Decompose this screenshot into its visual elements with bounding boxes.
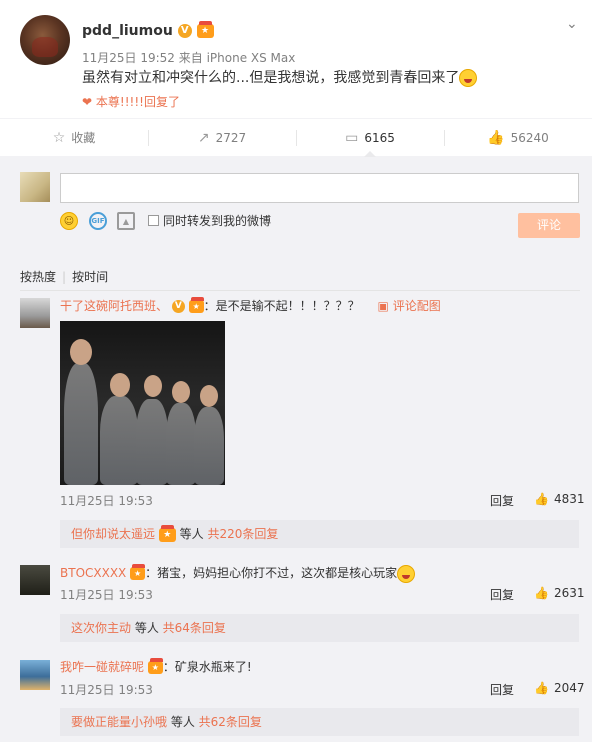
favorite-button[interactable]: ☆ 收藏 [0, 119, 148, 156]
reply-button[interactable]: 回复 [490, 586, 514, 603]
image-upload-icon[interactable]: ▲ [117, 212, 135, 230]
repost-icon: ↗ [197, 129, 210, 146]
comment-image[interactable] [60, 321, 225, 485]
comment-text: ：是不是输不起！！！？？？ [203, 299, 360, 313]
sort-tabs: 按热度 | 按时间 [20, 270, 109, 284]
heart-icon: ❤ [82, 95, 93, 109]
sub-reply-user[interactable]: 要做正能量小孙哦 [71, 715, 167, 729]
comment-button[interactable]: ▭ 6165 [296, 119, 444, 157]
comment-icon: ▭ [345, 129, 359, 146]
laugh-cry-emoji-icon [459, 69, 478, 87]
comment-like-button[interactable]: 👍 2047 [534, 681, 585, 695]
liked-by-text[interactable]: 本尊!!!!!回复了 [96, 95, 180, 109]
sub-reply-mid: 等人 [167, 715, 199, 729]
my-avatar [20, 172, 50, 202]
verified-badge-icon: V [177, 24, 192, 38]
sub-reply-count[interactable]: 共220条回复 [207, 527, 278, 541]
favorite-label: 收藏 [71, 131, 96, 145]
commenter-avatar[interactable] [20, 660, 50, 690]
author-liked-note: ❤ 本尊!!!!!回复了 [82, 93, 180, 110]
vip-crown-icon: ★ [158, 524, 176, 542]
comment-count: 6165 [364, 130, 395, 145]
thumbs-up-icon: 👍 [534, 492, 549, 506]
comment-like-count: 2631 [553, 586, 585, 600]
submit-comment-button[interactable]: 评论 [518, 213, 580, 238]
comment-like-button[interactable]: 👍 2631 [534, 586, 585, 600]
commenter-avatar[interactable] [20, 565, 50, 595]
sub-replies-box[interactable]: 这次你主动 等人 共64条回复 [60, 614, 579, 642]
tab-sort-hot[interactable]: 按热度 [20, 270, 56, 284]
vip-crown-icon: ★ [147, 658, 163, 674]
comment-line: 我咋一碰就碎呢 ★ ：矿泉水瓶来了! [60, 658, 252, 675]
reply-button[interactable]: 回复 [490, 492, 514, 509]
comment-image-link-label: 评论配图 [392, 299, 441, 313]
sub-reply-count[interactable]: 共62条回复 [199, 715, 262, 729]
thumbs-up-icon: 👍 [487, 129, 505, 146]
comment-text: ：矿泉水瓶来了! [162, 660, 252, 674]
sub-replies-box[interactable]: 但你却说太遥远 ★ 等人 共220条回复 [60, 520, 579, 548]
comment-text: ：猪宝，妈妈担心你打不过，这次都是核心玩家 [145, 566, 398, 580]
star-icon: ☆ [52, 129, 66, 146]
reply-button[interactable]: 回复 [490, 681, 514, 698]
comment-image-link[interactable]: ▣ 评论配图 [378, 299, 441, 313]
comment-like-count: 4831 [553, 492, 585, 506]
sub-reply-count[interactable]: 共64条回复 [163, 621, 226, 635]
verified-badge-icon: V [171, 300, 185, 313]
author-username[interactable]: pdd_liumou [82, 23, 173, 39]
repost-button[interactable]: ↗ 2727 [148, 119, 296, 156]
sub-reply-user[interactable]: 但你却说太遥远 [71, 527, 155, 541]
thumbs-up-icon: 👍 [534, 681, 549, 695]
post-text-content: 虽然有对立和冲突什么的...但是我想说，我感觉到青春回来了 [82, 70, 460, 86]
commenter-avatar[interactable] [20, 298, 50, 328]
author-name-line: pdd_liumou V ★ [82, 21, 214, 39]
image-icon: ▣ [377, 299, 389, 313]
sub-replies-box[interactable]: 要做正能量小孙哦 等人 共62条回复 [60, 708, 579, 736]
thumbs-up-icon: 👍 [534, 586, 549, 600]
comment-line: 干了这碗阿托西班、 V ★ ：是不是输不起！！！？？？ ▣ 评论配图 [60, 297, 441, 314]
comment-time: 11月25日 19:53 [60, 683, 153, 697]
worried-emoji-icon [397, 564, 416, 583]
comment-line: BTOCXXXX ★ ：猪宝，妈妈担心你打不过，这次都是核心玩家 [60, 564, 416, 583]
sub-reply-mid: 等人 [175, 527, 208, 541]
gif-icon[interactable]: GIF [89, 212, 107, 230]
like-button[interactable]: 👍 56240 [444, 119, 592, 156]
emoji-picker-icon[interactable]: ☺ [60, 212, 78, 230]
commenter-name[interactable]: BTOCXXXX [60, 566, 126, 580]
commenter-name[interactable]: 干了这碗阿托西班、 [60, 299, 168, 313]
comment-like-count: 2047 [553, 681, 585, 695]
chevron-down-icon[interactable]: ⌄ [566, 16, 578, 32]
forward-checkbox-label: 同时转发到我的微博 [163, 214, 272, 228]
comment-like-button[interactable]: 👍 4831 [534, 492, 585, 506]
vip-crown-icon: ★ [188, 297, 204, 313]
sub-reply-mid: 等人 [131, 621, 163, 635]
post-text: 虽然有对立和冲突什么的...但是我想说，我感觉到青春回来了 [82, 67, 478, 87]
sub-reply-user[interactable]: 这次你主动 [71, 621, 131, 635]
post-meta: 11月25日 19:52 来自 iPhone XS Max [82, 51, 296, 65]
repost-count: 2727 [215, 130, 247, 145]
like-count: 56240 [510, 130, 549, 145]
author-avatar[interactable] [20, 15, 70, 65]
forward-checkbox[interactable] [148, 215, 159, 226]
post-action-bar: ☆ 收藏 ↗ 2727 ▭ 6165 👍 56240 [0, 118, 592, 157]
comment-time: 11月25日 19:53 [60, 588, 153, 602]
vip-crown-icon: ★ [196, 21, 214, 38]
comment-time: 11月25日 19:53 [60, 494, 153, 508]
divider [20, 290, 580, 291]
vip-crown-icon: ★ [130, 564, 146, 580]
tab-sort-time[interactable]: 按时间 [72, 270, 108, 284]
commenter-name[interactable]: 我咋一碰就碎呢 [60, 660, 144, 674]
comment-input[interactable] [60, 173, 579, 203]
